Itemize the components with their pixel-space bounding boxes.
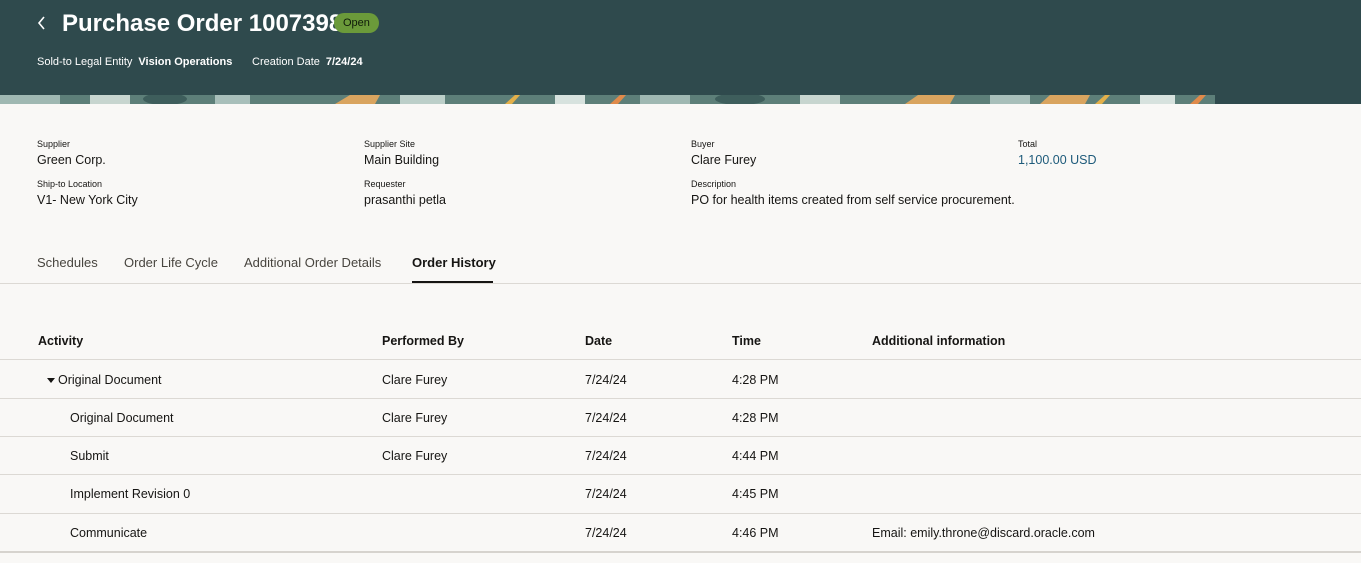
tab-additional-order-details[interactable]: Additional Order Details [244, 254, 381, 272]
date-cell: 7/24/24 [585, 373, 627, 387]
supplier-site-label: Supplier Site [364, 139, 416, 149]
time-cell: 4:46 PM [732, 526, 779, 540]
total-value-link[interactable]: 1,100.00 USD [1018, 152, 1097, 168]
column-header-date[interactable]: Date [585, 332, 612, 350]
supplier-label: Supplier [37, 139, 71, 149]
date-cell: 7/24/24 [585, 411, 627, 425]
buyer-label: Buyer [691, 139, 715, 149]
supplier-site-value: Main Building [364, 153, 440, 167]
total-label: Total [1018, 139, 1038, 149]
tab-bar: Schedules Order Life Cycle Additional Or… [0, 248, 1361, 284]
tab-order-life-cycle[interactable]: Order Life Cycle [124, 254, 218, 272]
activity-cell: Original Document [58, 373, 162, 387]
activity-cell: Original Document [70, 411, 174, 425]
date-cell: 7/24/24 [585, 449, 627, 463]
table-row[interactable]: Communicate 7/24/24 4:46 PM Email: emily… [0, 514, 1361, 551]
page-title: Purchase Order 1007398 [62, 10, 343, 37]
column-header-activity[interactable]: Activity [38, 332, 83, 350]
table-row[interactable]: Original Document Clare Furey 7/24/24 4:… [0, 360, 1361, 399]
requester-value: prasanthi petla [364, 193, 447, 207]
sold-to-value: Vision Operations [138, 56, 233, 68]
supplier-site-field: Supplier Site Main Building [364, 139, 439, 168]
tab-schedules[interactable]: Schedules [37, 254, 98, 272]
sold-to-label: Sold-to Legal Entity [37, 56, 133, 68]
chevron-left-icon [37, 16, 45, 30]
column-header-additional-information[interactable]: Additional information [872, 332, 1005, 350]
status-badge: Open [334, 13, 379, 33]
decorative-banner [0, 95, 1361, 104]
supplier-value: Green Corp. [37, 153, 106, 167]
description-label: Description [691, 179, 737, 189]
requester-label: Requester [364, 179, 406, 189]
performed-by-cell: Clare Furey [382, 411, 448, 425]
sold-to-legal-entity: Sold-to Legal Entity Vision Operations [37, 55, 232, 69]
buyer-field: Buyer Clare Furey [691, 139, 756, 168]
table-row[interactable]: Submit Clare Furey 7/24/24 4:44 PM [0, 437, 1361, 475]
performed-by-cell: Clare Furey [382, 449, 448, 463]
ship-to-value: V1- New York City [37, 193, 138, 207]
activity-cell: Implement Revision 0 [70, 487, 191, 501]
column-header-time[interactable]: Time [732, 332, 761, 350]
active-tab-indicator [412, 281, 493, 283]
ship-to-label: Ship-to Location [37, 179, 103, 189]
table-header: Activity Performed By Date Time Addition… [0, 322, 1361, 360]
info-cell: Email: emily.throne@discard.oracle.com [872, 526, 1095, 540]
ship-to-location-field: Ship-to Location V1- New York City [37, 179, 138, 208]
activity-cell: Communicate [70, 526, 148, 540]
table-row[interactable]: Implement Revision 0 7/24/24 4:45 PM [0, 475, 1361, 514]
creation-date-value: 7/24/24 [325, 56, 363, 68]
table-row[interactable]: Original Document Clare Furey 7/24/24 4:… [0, 399, 1361, 437]
creation-date: Creation Date 7/24/24 [252, 55, 363, 69]
buyer-value: Clare Furey [691, 153, 757, 167]
creation-date-label: Creation Date [252, 56, 320, 68]
description-value: PO for health items created from self se… [691, 193, 1015, 207]
back-button[interactable] [30, 10, 54, 36]
caret-down-icon[interactable] [46, 372, 56, 388]
column-header-performed-by[interactable]: Performed By [382, 332, 464, 350]
date-cell: 7/24/24 [585, 526, 627, 540]
description-field: Description PO for health items created … [691, 179, 1015, 208]
time-cell: 4:44 PM [732, 449, 779, 463]
table-bottom-border [0, 551, 1361, 553]
tab-order-history[interactable]: Order History [412, 254, 496, 272]
activity-cell: Submit [70, 449, 109, 463]
time-cell: 4:45 PM [732, 487, 779, 501]
time-cell: 4:28 PM [732, 373, 779, 387]
performed-by-cell: Clare Furey [382, 373, 448, 387]
page-header: Purchase Order 1007398 Open Sold-to Lega… [0, 0, 1361, 104]
supplier-field: Supplier Green Corp. [37, 139, 106, 168]
date-cell: 7/24/24 [585, 487, 627, 501]
time-cell: 4:28 PM [732, 411, 779, 425]
requester-field: Requester prasanthi petla [364, 179, 446, 208]
total-field: Total 1,100.00 USD [1018, 139, 1097, 168]
